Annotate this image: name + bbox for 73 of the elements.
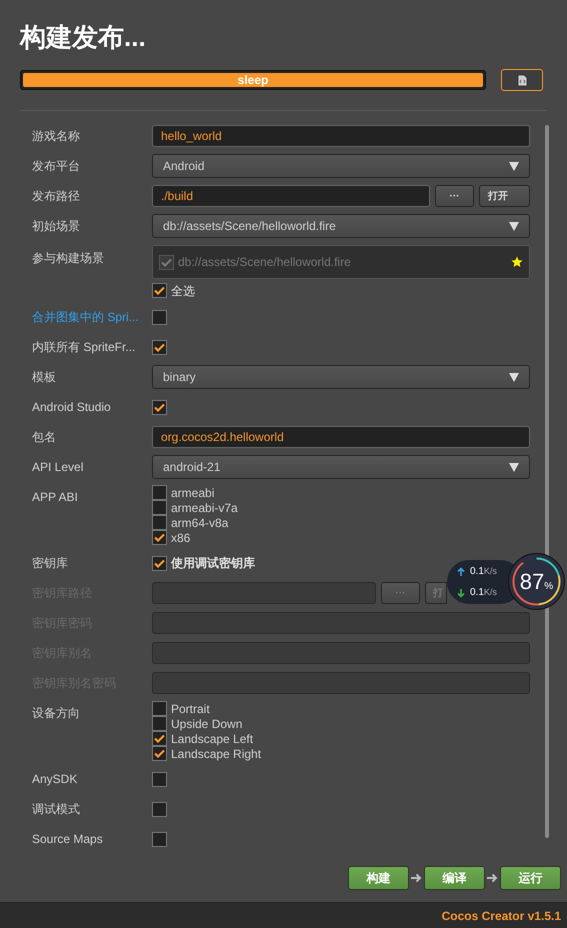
input-field[interactable]: org.cocos2d.helloworld [152,426,530,448]
checkbox-label: Landscape Left [171,730,254,748]
speed-value: 0.1K/s [470,586,497,600]
up-arrow-icon [457,566,465,576]
scene-path: db://assets/Scene/helloworld.fire [178,254,352,271]
arrow-icon [409,873,424,883]
dropdown-arrow-icon [509,372,519,382]
dialog-title: 构建发布... [20,21,147,54]
checkbox[interactable] [152,772,167,786]
dropdown[interactable]: db://assets/Scene/helloworld.fire [152,214,530,238]
checkbox-label: Portrait [171,700,210,718]
checkbox[interactable] [152,802,167,816]
arrow-icon [485,873,500,883]
checkbox-label: x86 [171,530,190,546]
action-button[interactable]: 构建 [348,866,409,890]
checkbox-label: 使用调试密钥库 [171,555,255,572]
percent-sign: % [544,580,554,594]
speed-value: 0.1K/s [470,565,497,579]
version-label: Cocos Creator v1.5.1 [442,908,561,924]
checkbox[interactable] [152,556,167,570]
field-label: 内联所有 SpriteFr... [32,339,136,356]
input-field[interactable]: hello_world [152,125,530,147]
field-label: APP ABI [32,489,79,506]
log-button[interactable] [501,69,543,91]
input-field[interactable]: ./build [152,185,430,207]
browse-button[interactable]: ··· [435,185,474,207]
checkbox-label: 全选 [171,282,195,300]
dropdown[interactable]: android-21 [152,455,530,479]
field-label: 包名 [32,429,57,446]
checkbox[interactable] [152,400,167,414]
field-label: 设备方向 [32,705,81,722]
checkbox-label: armeabi-v7a [171,500,238,516]
field-label: 发布路径 [32,188,81,205]
checkbox-label: arm64-v8a [171,514,228,532]
checkbox[interactable] [152,283,167,298]
dropdown[interactable]: Android [152,154,530,178]
field-label: 调试模式 [32,801,81,818]
open-button[interactable]: 打开 [479,185,530,207]
checkbox[interactable] [152,716,167,731]
down-arrow-icon [457,588,465,598]
checkbox-label: Landscape Right [171,746,262,762]
field-label: Android Studio [32,399,112,416]
checkbox[interactable] [152,832,167,846]
checkbox[interactable] [152,746,167,761]
checkbox[interactable] [152,701,167,716]
progress-label: sleep [238,72,268,89]
field-label: 发布平台 [32,158,81,175]
field-label: API Level [32,459,84,476]
checkbox[interactable] [152,515,167,530]
checkbox[interactable] [152,310,167,324]
field-label: Source Maps [32,831,104,848]
dropdown[interactable]: binary [152,365,530,389]
field-label: AnySDK [32,771,78,788]
checkbox[interactable] [152,340,167,354]
checkbox[interactable] [152,530,167,545]
document-icon [518,74,526,86]
field-label: 合并图集中的 Spri... [32,309,140,326]
action-button[interactable]: 编译 [424,866,485,890]
field-label: 参与构建场景 [32,250,105,267]
checkbox-label: armeabi [171,484,214,502]
dropdown-arrow-icon [509,162,519,170]
field-label: 模板 [32,369,57,386]
usage-percent: 87 [520,568,544,596]
checkbox[interactable] [152,485,167,500]
action-button[interactable]: 运行 [500,866,561,890]
field-label: 密钥库 [32,555,69,572]
field-label: 游戏名称 [32,128,81,145]
dropdown-arrow-icon [509,222,519,230]
checkbox[interactable] [152,500,167,515]
dropdown-arrow-icon [509,462,519,472]
checkbox-label: Upside Down [171,716,242,732]
checkbox[interactable] [152,731,167,746]
field-label: 初始场景 [32,218,81,235]
